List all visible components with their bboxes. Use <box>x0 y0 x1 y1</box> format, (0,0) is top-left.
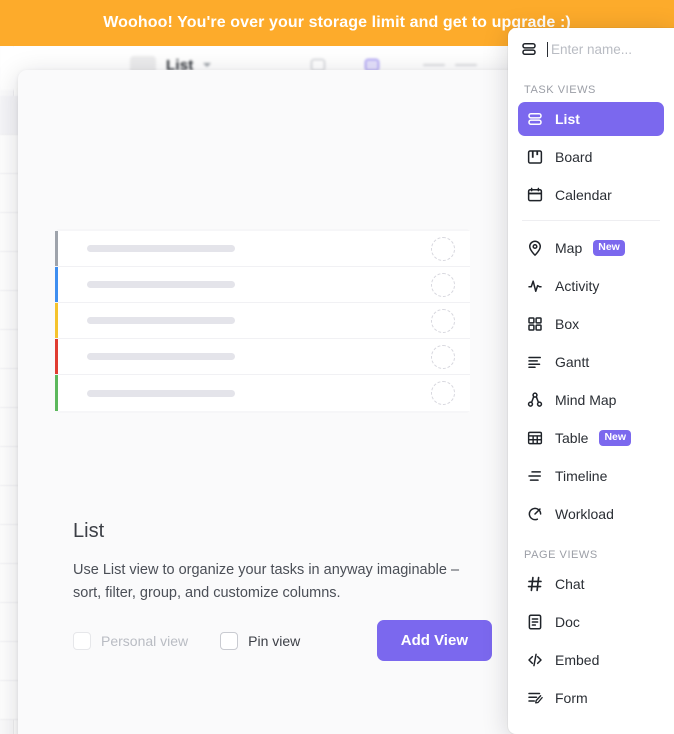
preview-row-avatar-placeholder <box>431 344 455 369</box>
preview-row <box>55 303 470 339</box>
preview-row-avatar-placeholder <box>431 308 455 333</box>
map-pin-icon <box>526 239 544 257</box>
view-option-board[interactable]: Board <box>518 140 664 174</box>
section-label-task-views: TASK VIEWS <box>524 84 596 96</box>
view-option-map[interactable]: Map New <box>518 231 664 265</box>
new-badge: New <box>593 240 625 256</box>
view-description: Use List view to organize your tasks in … <box>73 562 460 601</box>
view-option-label: List <box>555 111 580 127</box>
preview-row-accent <box>55 375 58 411</box>
table-icon <box>526 429 544 447</box>
view-option-label: Gantt <box>555 354 590 370</box>
view-option-workload[interactable]: Workload <box>518 497 664 531</box>
pin-view-label: Pin view <box>248 632 301 649</box>
background-tool-line <box>455 64 478 66</box>
background-tool-line <box>423 64 446 66</box>
view-option-label: Box <box>555 316 580 332</box>
chevron-down-icon <box>203 63 212 67</box>
list-icon <box>520 40 538 58</box>
view-option-label: Workload <box>555 506 614 522</box>
view-option-activity[interactable]: Activity <box>518 269 664 303</box>
view-option-embed[interactable]: Embed <box>518 643 664 677</box>
view-option-label: Map <box>555 240 583 256</box>
timeline-icon <box>526 467 544 485</box>
pin-view-checkbox-group[interactable]: Pin view <box>220 631 301 650</box>
banner-message: Woohoo! You're over your storage limit a… <box>103 14 571 31</box>
form-icon <box>526 689 544 707</box>
list-icon <box>526 110 544 128</box>
view-option-doc[interactable]: Doc <box>518 605 664 639</box>
view-option-chat[interactable]: Chat <box>518 567 664 601</box>
view-info: List Use List view to organize your task… <box>73 520 493 605</box>
preview-row-placeholder <box>87 317 235 324</box>
workload-gauge-icon <box>526 505 544 523</box>
view-option-label: Board <box>555 149 593 165</box>
view-option-label: Doc <box>555 614 580 630</box>
preview-row-placeholder <box>87 353 235 360</box>
view-option-mind-map[interactable]: Mind Map <box>518 383 664 417</box>
activity-pulse-icon <box>526 277 544 295</box>
pin-view-checkbox[interactable] <box>220 631 239 650</box>
view-name-search-row[interactable] <box>518 28 664 70</box>
embed-code-icon <box>526 651 544 669</box>
view-option-timeline[interactable]: Timeline <box>518 459 664 493</box>
view-option-gantt[interactable]: Gantt <box>518 345 664 379</box>
preview-row <box>55 339 470 375</box>
view-option-label: Calendar <box>555 187 612 203</box>
preview-row-accent <box>55 303 58 338</box>
preview-row-avatar-placeholder <box>431 381 455 405</box>
doc-icon <box>526 613 544 631</box>
preview-row <box>55 267 470 303</box>
view-option-calendar[interactable]: Calendar <box>518 178 664 212</box>
preview-row <box>55 231 470 267</box>
view-option-form[interactable]: Form <box>518 681 664 715</box>
preview-row-avatar-placeholder <box>431 236 455 261</box>
new-badge: New <box>599 430 632 446</box>
preview-row-accent <box>55 231 58 266</box>
preview-row-placeholder <box>87 281 235 288</box>
add-view-modal: List Use List view to organize your task… <box>18 70 592 734</box>
board-icon <box>526 148 544 166</box>
preview-row-avatar-placeholder <box>431 272 455 297</box>
preview-row <box>55 375 470 411</box>
view-option-label: Chat <box>555 576 585 592</box>
view-option-label: Timeline <box>555 468 608 484</box>
view-type-panel: TASK VIEWS List Board <box>508 28 674 734</box>
preview-row-placeholder <box>87 245 235 252</box>
view-option-list[interactable]: List <box>518 102 664 136</box>
view-name-input[interactable] <box>547 41 659 57</box>
personal-view-label: Personal view <box>101 632 189 649</box>
panel-divider <box>522 220 660 221</box>
view-option-label: Form <box>555 690 588 706</box>
view-option-label: Embed <box>555 652 600 668</box>
box-grid-icon <box>526 315 544 333</box>
view-option-label: Activity <box>555 278 600 294</box>
app-root: List Woohoo! You're over your storage li… <box>0 0 674 734</box>
view-preview <box>55 229 470 413</box>
section-label-page-views: PAGE VIEWS <box>524 549 598 561</box>
modal-actions: Personal view Pin view Add View <box>73 620 492 661</box>
view-option-label: Table <box>555 430 589 446</box>
view-title: List <box>73 520 105 542</box>
calendar-icon <box>526 186 544 204</box>
hash-icon <box>526 575 544 593</box>
preview-row-accent <box>55 267 58 302</box>
mind-map-icon <box>526 391 544 409</box>
preview-row-accent <box>55 339 58 374</box>
view-option-label: Mind Map <box>555 392 617 408</box>
gantt-icon <box>526 353 544 371</box>
add-view-button[interactable]: Add View <box>376 620 492 661</box>
view-option-box[interactable]: Box <box>518 307 664 341</box>
personal-view-checkbox[interactable] <box>73 631 91 650</box>
view-option-table[interactable]: Table New <box>518 421 664 455</box>
personal-view-checkbox-group[interactable]: Personal view <box>73 631 189 650</box>
preview-row-placeholder <box>87 389 235 397</box>
